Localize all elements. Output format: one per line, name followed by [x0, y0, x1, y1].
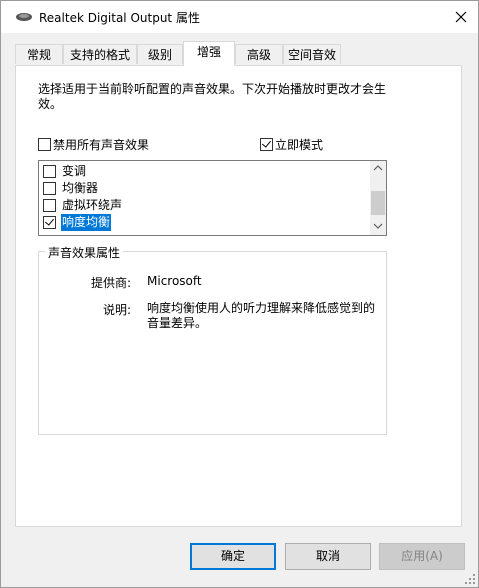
description-value: 响度均衡使用人的听力理解来降低感觉到的音量差异。: [147, 301, 376, 330]
cancel-button[interactable]: 取消: [285, 543, 371, 570]
effect-label: 均衡器: [62, 181, 99, 195]
scroll-up-icon[interactable]: [373, 165, 383, 171]
description-label: 说明:: [102, 303, 131, 317]
speaker-icon: [15, 11, 33, 23]
group-title: 声音效果属性: [45, 244, 124, 261]
tab-enhancements[interactable]: 增强: [183, 41, 235, 66]
immediate-mode-label[interactable]: 立即模式: [275, 136, 323, 153]
list-scrollbar[interactable]: [370, 161, 386, 235]
ok-button[interactable]: 确定: [190, 543, 276, 570]
disable-all-effects-checkbox[interactable]: [38, 138, 51, 151]
effect-label: 响度均衡: [61, 214, 112, 231]
provider-value: Microsoft: [147, 274, 202, 288]
scroll-down-icon[interactable]: [373, 223, 383, 229]
enhancements-panel: 选择适用于当前聆听配置的声音效果。下次开始播放时更改才会生效。 禁用所有声音效果…: [15, 65, 462, 527]
effect-label: 变调: [62, 164, 87, 178]
dialog-window: Realtek Digital Output 属性 常规 支持的格式 级别 增强…: [0, 0, 479, 588]
effect-checkbox[interactable]: [43, 165, 56, 178]
disable-all-effects-label[interactable]: 禁用所有声音效果: [53, 136, 149, 153]
close-icon: [455, 11, 467, 23]
title-bar[interactable]: Realtek Digital Output 属性: [1, 1, 478, 33]
effect-checkbox[interactable]: [43, 182, 56, 195]
tab-spatial-sound[interactable]: 空间音效: [283, 44, 341, 64]
effect-properties-group: 声音效果属性 提供商: Microsoft 说明: 响度均衡使用人的听力理解来降…: [38, 244, 387, 435]
immediate-mode-checkbox[interactable]: [260, 138, 273, 151]
provider-label: 提供商:: [90, 276, 131, 290]
enhancements-description: 选择适用于当前聆听配置的声音效果。下次开始播放时更改才会生效。: [38, 82, 387, 111]
effect-label: 虚拟环绕声: [62, 198, 123, 212]
resize-grip-icon[interactable]: [464, 573, 476, 585]
scrollbar-thumb[interactable]: [371, 191, 385, 215]
close-button[interactable]: [444, 1, 478, 33]
tab-levels[interactable]: 级别: [137, 44, 183, 64]
effect-checkbox[interactable]: [43, 216, 56, 229]
apply-button[interactable]: 应用(A): [379, 543, 465, 570]
tab-advanced[interactable]: 高级: [235, 44, 283, 64]
window-title: Realtek Digital Output 属性: [39, 11, 200, 25]
enhancements-list[interactable]: 变调 均衡器 虚拟环绕声 响度均衡: [38, 160, 387, 236]
tab-general[interactable]: 常规: [15, 44, 63, 64]
effect-checkbox[interactable]: [43, 199, 56, 212]
tab-supported-formats[interactable]: 支持的格式: [63, 44, 137, 64]
